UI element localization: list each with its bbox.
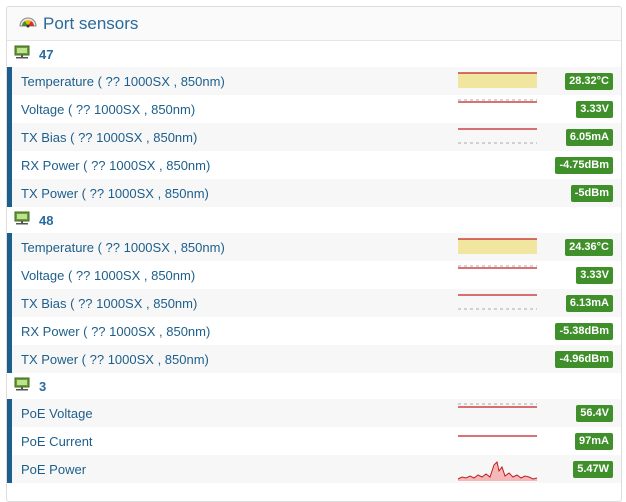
sensor-row[interactable]: TX Power ( ?? 1000SX , 850nm) -5dBm xyxy=(7,179,621,207)
sensor-row[interactable]: PoE Current 97mA xyxy=(7,427,621,455)
sensor-groups: 47 Temperature ( ?? 1000SX , 850nm) 28.32°… xyxy=(7,41,621,483)
sensor-label[interactable]: PoE Voltage xyxy=(21,406,93,421)
sensor-value-badge: 3.33V xyxy=(576,267,613,284)
sensor-sparkline[interactable] xyxy=(457,457,538,481)
sensor-label[interactable]: Voltage ( ?? 1000SX , 850nm) xyxy=(21,268,195,283)
sensor-label[interactable]: PoE Power xyxy=(21,462,86,477)
group-name[interactable]: 48 xyxy=(39,213,53,228)
sensor-row[interactable]: RX Power ( ?? 1000SX , 850nm) -4.75dBm xyxy=(7,151,621,179)
sensor-value-badge: -4.75dBm xyxy=(555,157,613,174)
sensor-label[interactable]: TX Bias ( ?? 1000SX , 850nm) xyxy=(21,296,197,311)
group-header-48[interactable]: 48 xyxy=(7,207,621,233)
sensor-row[interactable]: PoE Voltage 56.4V xyxy=(7,399,621,427)
sensor-value-badge: -4.96dBm xyxy=(555,351,613,368)
panel-header: Port sensors xyxy=(7,7,621,41)
sensor-row[interactable]: PoE Power 5.47W xyxy=(7,455,621,483)
sensor-label[interactable]: RX Power ( ?? 1000SX , 850nm) xyxy=(21,324,210,339)
sensor-row[interactable]: TX Bias ( ?? 1000SX , 850nm) 6.13mA xyxy=(7,289,621,317)
sensor-label[interactable]: TX Bias ( ?? 1000SX , 850nm) xyxy=(21,130,197,145)
dashboard-gauge-icon xyxy=(19,14,37,33)
sensor-value-badge: 6.05mA xyxy=(565,129,613,146)
network-port-icon xyxy=(14,45,30,64)
sensor-label[interactable]: Temperature ( ?? 1000SX , 850nm) xyxy=(21,240,225,255)
sensor-value-badge: 5.47W xyxy=(573,461,613,478)
group-name[interactable]: 3 xyxy=(39,379,46,394)
sensor-value-badge: 97mA xyxy=(575,433,613,450)
sensor-value-badge: -5.38dBm xyxy=(555,323,613,340)
sensor-row[interactable]: TX Bias ( ?? 1000SX , 850nm) 6.05mA xyxy=(7,123,621,151)
sensor-row[interactable]: Voltage ( ?? 1000SX , 850nm) 3.33V xyxy=(7,261,621,289)
group-header-3[interactable]: 3 xyxy=(7,373,621,399)
sensor-label[interactable]: RX Power ( ?? 1000SX , 850nm) xyxy=(21,158,210,173)
sensor-value-badge: 28.32°C xyxy=(565,73,613,90)
sensor-row[interactable]: Voltage ( ?? 1000SX , 850nm) 3.33V xyxy=(7,95,621,123)
sensor-sparkline[interactable] xyxy=(457,263,538,287)
sensor-sparkline[interactable] xyxy=(457,125,538,149)
sensor-sparkline[interactable] xyxy=(457,235,538,259)
sensor-value-badge: 24.36°C xyxy=(565,239,613,256)
sensor-label[interactable]: TX Power ( ?? 1000SX , 850nm) xyxy=(21,186,209,201)
group-name[interactable]: 47 xyxy=(39,47,53,62)
sensor-row[interactable]: Temperature ( ?? 1000SX , 850nm) 28.32°C xyxy=(7,67,621,95)
sensor-label[interactable]: Voltage ( ?? 1000SX , 850nm) xyxy=(21,102,195,117)
sensor-row[interactable]: TX Power ( ?? 1000SX , 850nm) -4.96dBm xyxy=(7,345,621,373)
sensor-value-badge: 6.13mA xyxy=(565,295,613,312)
sensor-label[interactable]: PoE Current xyxy=(21,434,93,449)
group-header-47[interactable]: 47 xyxy=(7,41,621,67)
panel-title: Port sensors xyxy=(43,13,139,33)
sensor-label[interactable]: TX Power ( ?? 1000SX , 850nm) xyxy=(21,352,209,367)
sensor-row[interactable]: RX Power ( ?? 1000SX , 850nm) -5.38dBm xyxy=(7,317,621,345)
sensor-sparkline[interactable] xyxy=(457,401,538,425)
sensor-value-badge: -5dBm xyxy=(570,185,613,202)
sensor-sparkline[interactable] xyxy=(457,69,538,93)
network-port-icon xyxy=(14,377,30,396)
sensor-sparkline[interactable] xyxy=(457,291,538,315)
port-sensors-panel: Port sensors 47 Temperature ( ?? 1000SX ,… xyxy=(6,6,622,502)
sensor-sparkline[interactable] xyxy=(457,97,538,121)
sensor-label[interactable]: Temperature ( ?? 1000SX , 850nm) xyxy=(21,74,225,89)
sensor-sparkline[interactable] xyxy=(457,429,538,453)
sensor-value-badge: 56.4V xyxy=(576,405,613,422)
sensor-row[interactable]: Temperature ( ?? 1000SX , 850nm) 24.36°C xyxy=(7,233,621,261)
network-port-icon xyxy=(14,211,30,230)
sensor-value-badge: 3.33V xyxy=(576,101,613,118)
